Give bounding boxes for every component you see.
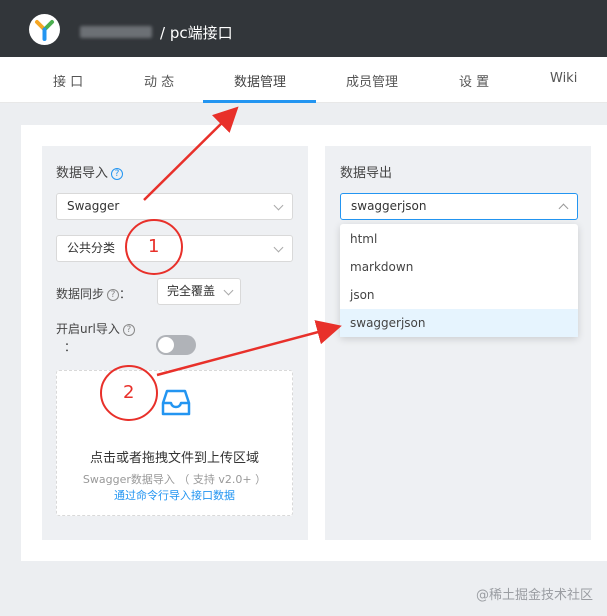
chevron-down-icon [223, 285, 234, 296]
export-format-dropdown: html markdown json swaggerjson [340, 224, 578, 337]
cli-import-link[interactable]: 通过命令行导入接口数据 [57, 487, 292, 503]
url-import-label: 开启url导入? [56, 320, 135, 337]
toggle-knob [158, 337, 174, 353]
watermark: @稀土掘金技术社区 [475, 588, 593, 603]
tab-settings[interactable]: 设 置 [459, 71, 489, 90]
step2-label: 2 [123, 382, 135, 403]
inbox-icon [161, 389, 191, 416]
tab-activity[interactable]: 动 态 [144, 71, 174, 90]
chevron-up-icon [558, 203, 569, 214]
tab-interfaces[interactable]: 接 口 [53, 71, 83, 90]
url-import-label-text: 开启url导入 [56, 322, 120, 336]
import-type-value: Swagger [67, 199, 120, 213]
tab-wiki[interactable]: Wiki [550, 71, 577, 86]
active-tab-indicator [203, 100, 316, 103]
sync-mode-select[interactable]: 完全覆盖 [157, 278, 241, 305]
dropzone-title: 点击或者拖拽文件到上传区域 [89, 451, 259, 466]
sync-label: 数据同步?： [56, 287, 132, 301]
tab-members[interactable]: 成员管理 [346, 71, 398, 90]
option-json[interactable]: json [340, 281, 578, 309]
step1-label: 1 [148, 236, 160, 257]
help-icon[interactable]: ? [122, 323, 135, 336]
dropzone-subtitle: Swagger数据导入 （ 支持 v2.0+ ） [82, 473, 267, 486]
sync-mode-value: 完全覆盖 [167, 284, 216, 298]
category-select[interactable]: 公共分类 [56, 235, 293, 262]
export-format-value: swaggerjson [351, 199, 427, 213]
top-bar: / pc端接口 [0, 0, 607, 57]
tab-data-management[interactable]: 数据管理 [234, 71, 286, 90]
option-swaggerjson[interactable]: swaggerjson [340, 309, 578, 337]
chevron-down-icon [273, 242, 284, 253]
category-value: 公共分类 [67, 241, 116, 255]
option-markdown[interactable]: markdown [340, 253, 578, 281]
option-html[interactable]: html [340, 225, 578, 253]
import-title: 数据导入 [56, 166, 109, 181]
import-type-select[interactable]: Swagger [56, 193, 293, 220]
export-title: 数据导出 [340, 166, 393, 181]
help-icon[interactable]: ? [111, 167, 124, 180]
export-format-select[interactable]: swaggerjson [340, 193, 578, 220]
url-import-toggle[interactable] [156, 335, 196, 355]
project-title: / pc端接口 [160, 24, 233, 42]
redacted-group-name [80, 26, 152, 38]
url-import-colon: ： [64, 340, 77, 354]
chevron-down-icon [273, 200, 284, 211]
import-heading: 数据导入? [56, 162, 124, 181]
upload-dropzone[interactable]: 点击或者拖拽文件到上传区域 Swagger数据导入 （ 支持 v2.0+ ） 通… [56, 370, 293, 516]
help-icon[interactable]: ? [107, 288, 120, 301]
app-logo[interactable] [29, 14, 60, 45]
sync-label-text: 数据同步 [56, 287, 105, 301]
tab-bar: 接 口 动 态 数据管理 成员管理 设 置 Wiki [0, 57, 607, 103]
